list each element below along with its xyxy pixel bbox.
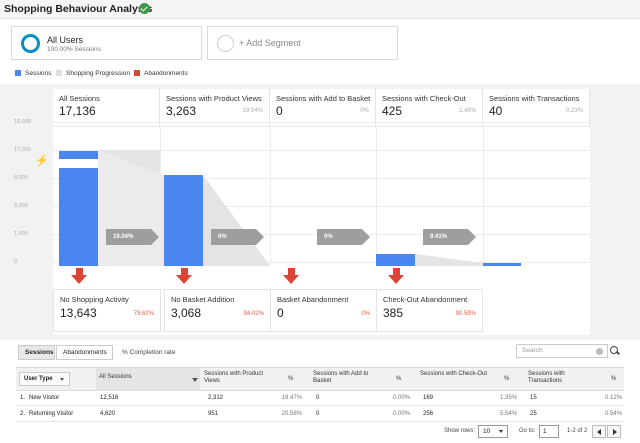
column-all-sessions[interactable]: All Sessions <box>96 368 200 390</box>
cell-add-to-basket: 0 <box>316 395 320 401</box>
column-label: All Sessions <box>99 374 132 380</box>
table-pager: Show rows: 10 Go to: 1 1-2 of 2 <box>14 424 622 440</box>
axis-break-icon: ⚡ <box>35 155 49 167</box>
row-index: 2. <box>20 411 26 417</box>
cell-check-out: 256 <box>423 411 434 417</box>
stage-product-views[interactable]: Sessions with Product Views 3,263 19.04% <box>160 89 270 127</box>
abandonment-arrow-icon <box>176 268 193 285</box>
stage-count: 0 <box>276 104 283 118</box>
column-pct[interactable]: % <box>396 376 401 383</box>
column-pct[interactable]: % <box>504 376 509 383</box>
cell-pct: 0.00% <box>392 411 410 417</box>
column-product-views[interactable]: Sessions with Product Views <box>204 371 274 385</box>
stage-pct: 19.04% <box>242 108 263 114</box>
row-index: 1. <box>20 395 26 401</box>
drop-label: No Shopping Activity <box>60 295 129 304</box>
column-check-out[interactable]: Sessions with Check-Out <box>420 371 490 378</box>
stage-label: Sessions with Product Views <box>166 94 262 103</box>
cell-product-views: 2,312 <box>208 395 224 401</box>
stage-pct: 0.23% <box>565 108 583 114</box>
search-input[interactable]: Search <box>516 344 608 358</box>
next-page-button[interactable] <box>607 425 621 438</box>
conversion-arrow: 9.41% <box>423 229 476 245</box>
stage-label: Sessions with Check-Out <box>382 94 466 103</box>
stage-pct: 2.48% <box>458 108 476 114</box>
drop-no-shopping-activity[interactable]: No Shopping Activity 13,643 79.62% <box>53 289 161 332</box>
drop-no-basket-addition[interactable]: No Basket Addition 3,068 94.02% <box>164 289 271 332</box>
table-row: 1. New Visitor 12,516 2,312 18.47% 0 0.0… <box>16 391 624 406</box>
drop-pct: 0% <box>361 311 370 317</box>
sort-desc-icon[interactable] <box>192 378 198 382</box>
cell-pct: 0.54% <box>604 411 622 417</box>
show-rows-label: Show rows: <box>444 428 476 434</box>
abandonment-arrow-icon <box>71 268 88 285</box>
table-header: User Type All Sessions Sessions with Pro… <box>16 367 624 391</box>
stage-label: All Sessions <box>59 94 100 103</box>
stage-check-out[interactable]: Sessions with Check-Out 425 2.48% <box>376 89 483 127</box>
bar-all-sessions-top[interactable] <box>59 151 98 159</box>
cell-pct: 1.35% <box>499 395 517 401</box>
cell-pct: 0.00% <box>392 395 410 401</box>
drop-count: 0 <box>277 306 284 320</box>
tab-abandonments[interactable]: Abandonments <box>56 345 113 360</box>
stage-pct: 0% <box>360 108 369 114</box>
cell-add-to-basket: 0 <box>316 411 320 417</box>
drop-label: No Basket Addition <box>171 295 235 304</box>
completion-rate-toggle[interactable]: % Completion rate <box>122 349 175 356</box>
column-pct[interactable]: % <box>288 376 293 383</box>
drop-label: Basket Abandonment <box>277 295 349 304</box>
bar-all-sessions[interactable] <box>59 168 98 266</box>
stage-label: Sessions with Add to Basket <box>276 94 371 103</box>
drop-check-out-abandonment[interactable]: Check-Out Abandonment 385 90.59% <box>376 289 483 332</box>
stage-add-to-basket[interactable]: Sessions with Add to Basket 0 0% <box>270 89 376 127</box>
cell-pct: 0.12% <box>604 395 622 401</box>
cell-transactions: 25 <box>530 411 537 417</box>
cell-check-out: 169 <box>423 395 434 401</box>
conversion-arrow: 0% <box>211 229 264 245</box>
rows-per-page-select[interactable]: 10 <box>478 425 508 438</box>
abandonment-arrow-icon <box>388 268 405 285</box>
stage-count: 17,136 <box>59 104 96 118</box>
data-table-section: Sessions Abandonments % Completion rate … <box>14 340 626 443</box>
prev-page-button[interactable] <box>592 425 606 438</box>
row-user-type-link[interactable]: New Visitor <box>29 395 59 401</box>
drop-pct: 94.02% <box>243 311 264 317</box>
drop-basket-abandonment[interactable]: Basket Abandonment 0 0% <box>270 289 377 332</box>
tab-sessions[interactable]: Sessions <box>18 345 55 360</box>
bar-check-out[interactable] <box>376 254 415 266</box>
stage-transactions[interactable]: Sessions with Transactions 40 0.23% <box>483 89 590 127</box>
dimension-select[interactable]: User Type <box>19 372 70 386</box>
search-placeholder: Search <box>522 347 543 354</box>
drop-pct: 79.62% <box>133 311 154 317</box>
drop-pct: 90.59% <box>455 311 476 317</box>
column-pct[interactable]: % <box>611 376 616 383</box>
cell-all-sessions: 12,516 <box>100 395 119 401</box>
stage-all-sessions[interactable]: All Sessions 17,136 <box>53 89 160 127</box>
column-transactions[interactable]: Sessions with Transactions <box>528 371 598 385</box>
stage-label: Sessions with Transactions <box>489 94 580 103</box>
page-range: 1-2 of 2 <box>567 428 588 434</box>
goto-label: Go to: <box>519 428 536 434</box>
cell-all-sessions: 4,620 <box>100 411 116 417</box>
conversion-arrow: 0% <box>317 229 370 245</box>
drop-label: Check-Out Abandonment <box>383 295 468 304</box>
column-add-to-basket[interactable]: Sessions with Add to Basket <box>313 371 383 385</box>
abandonment-arrow-icon <box>283 268 300 285</box>
clear-search-icon[interactable] <box>596 348 603 355</box>
cell-transactions: 15 <box>530 395 537 401</box>
cell-product-views: 951 <box>208 411 219 417</box>
table-row: 2. Returning Visitor 4,620 951 20.58% 0 … <box>16 407 624 422</box>
bar-product-views[interactable] <box>164 175 203 266</box>
cell-pct: 20.58% <box>281 411 302 417</box>
goto-page-input[interactable]: 1 <box>539 425 559 438</box>
search-icon[interactable] <box>610 346 618 354</box>
bar-transactions[interactable] <box>483 263 521 266</box>
cell-pct: 5.54% <box>499 411 517 417</box>
conversion-arrow: 19.04% <box>106 229 159 245</box>
cell-pct: 18.47% <box>281 395 302 401</box>
row-user-type-link[interactable]: Returning Visitor <box>29 411 73 417</box>
